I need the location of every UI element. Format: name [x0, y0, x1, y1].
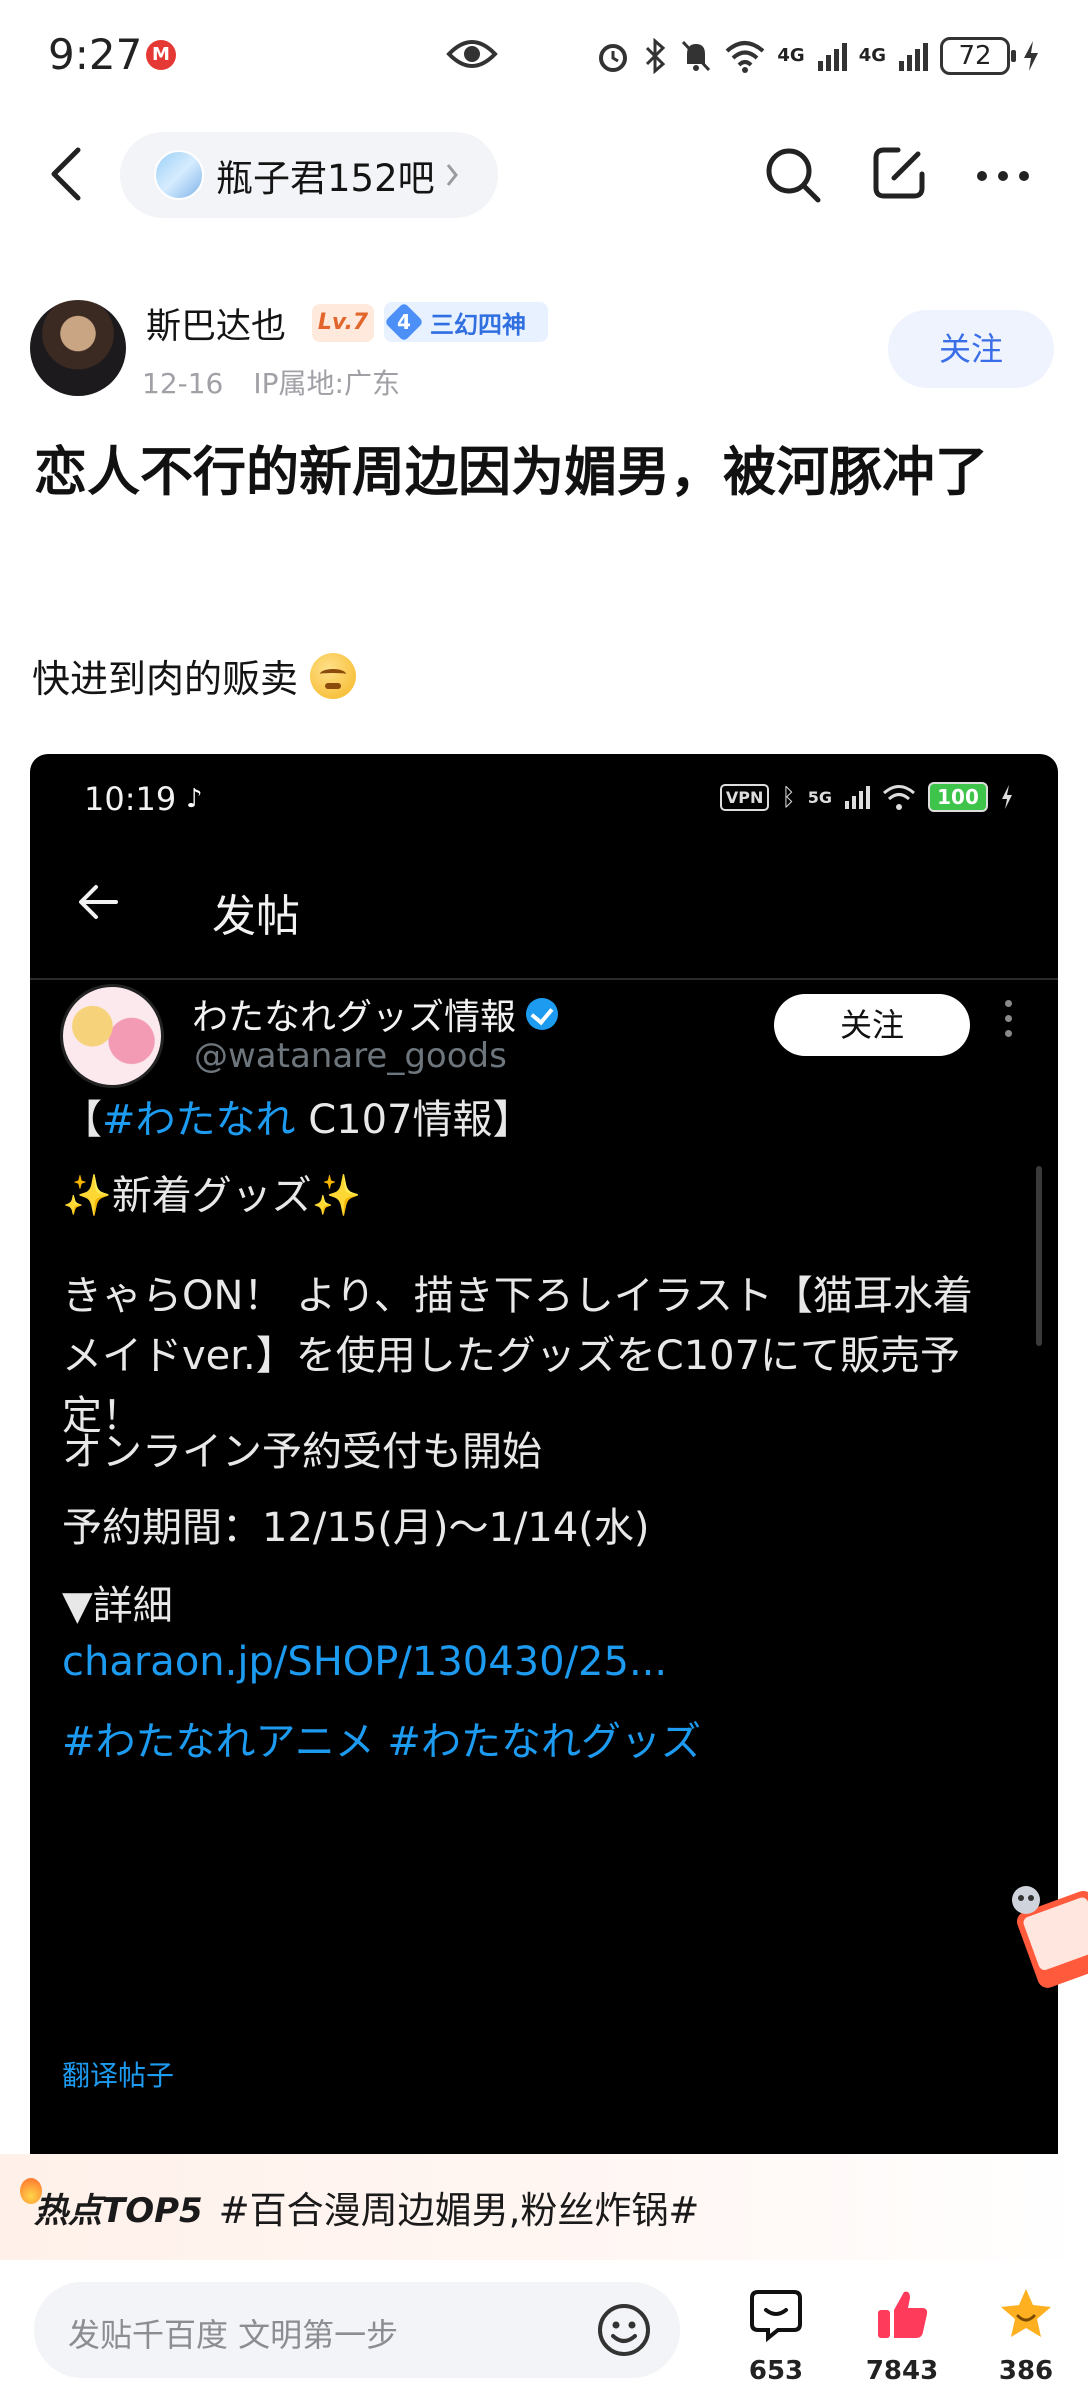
follow-button[interactable]: 关注 — [888, 310, 1054, 388]
diamond-icon: 4 — [384, 302, 424, 342]
bluetooth-icon — [646, 38, 666, 74]
compose-icon[interactable] — [868, 142, 930, 204]
status-time: 9:27 — [48, 30, 143, 79]
comment-count: 653 — [748, 2356, 804, 2386]
post-image[interactable]: 10:19 ♪ VPN ᛒ 5G 100 发帖 わたなれグッズ情報 @watan… — [30, 754, 1058, 2154]
post-body: 快进到肉的贩卖 — [32, 648, 357, 703]
sparkle-icon: ✨ — [62, 1173, 112, 1219]
author-name[interactable]: 斯巴达也 — [146, 298, 286, 349]
mute-bell-icon — [682, 40, 711, 72]
bottom-action-bar: 发贴千百度 文明第一步 653 7843 386 — [0, 2260, 1088, 2400]
embed-hashtag-link: #わたなれ — [102, 1097, 296, 1143]
flame-icon — [20, 2178, 42, 2204]
embed-scrollbar — [1036, 1166, 1042, 1346]
post-title: 恋人不行的新周边因为媚男，被河豚冲了 — [34, 442, 988, 503]
reply-input[interactable]: 发贴千百度 文明第一步 — [34, 2282, 680, 2378]
embed-account-name-text: わたなれグッズ情報 — [192, 997, 517, 1038]
embed-paragraph-1: きゃらON！ より、描き下ろしイラスト【猫耳水着 メイドver.】を使用したグッ… — [62, 1273, 973, 1439]
hot-topic-bar[interactable]: 热点TOP5 #百合漫周边媚男,粉丝炸锅# — [0, 2154, 1088, 2260]
battery-indicator: 72 — [940, 37, 1016, 75]
eye-icon — [446, 40, 498, 68]
embed-line-1: 【#わたなれ C107情報】 — [62, 1097, 533, 1143]
top-nav-bar: 瓶子君152吧 — [0, 120, 1088, 230]
signal-icon-2 — [899, 43, 928, 71]
like-count: 7843 — [865, 2356, 939, 2386]
embed-details-label: ▼詳細 — [62, 1583, 173, 1629]
embed-shop-link: charaon.jp/SHOP/130430/25... — [62, 1639, 668, 1685]
ip-location: IP属地:广东 — [253, 367, 400, 400]
embed-divider — [30, 978, 1058, 980]
embed-hashtags: #わたなれアニメ #わたなれグッズ — [62, 1719, 701, 1765]
sparkle-icon: ✨ — [311, 1173, 362, 1219]
emoji-icon[interactable] — [596, 2302, 652, 2358]
embed-charging-icon — [1002, 785, 1012, 809]
embed-account-handle: @watanare_goods — [194, 1036, 507, 1076]
tiktok-icon: ♪ — [186, 784, 203, 814]
embed-back-arrow-icon — [79, 885, 118, 919]
app-notification-icon: M — [146, 40, 176, 70]
embed-header-title: 发帖 — [212, 891, 300, 942]
embed-status-time: 10:19 — [84, 780, 177, 818]
comment-button[interactable]: 653 — [726, 2286, 826, 2396]
author-avatar[interactable] — [30, 300, 126, 396]
hot-label: 热点TOP5 — [34, 2190, 203, 2231]
title-badge: 4 三幻四神 — [384, 302, 548, 342]
hot-topic-text: #百合漫周边媚男,粉丝炸锅# — [218, 2189, 700, 2232]
alarm-icon — [599, 44, 628, 72]
forum-name: 瓶子君152吧 — [216, 157, 435, 200]
embed-paragraph-3: 予約期間：12/15(月)〜1/14(水) — [62, 1505, 650, 1551]
network-label-1: 4G — [777, 45, 805, 66]
embed-network-label: 5G — [807, 787, 832, 807]
chevron-right-icon — [446, 164, 458, 186]
embed-line-2: ✨新着グッズ✨ — [62, 1173, 362, 1219]
embed-more-icon — [1002, 1000, 1014, 1048]
favorite-button[interactable]: 386 — [976, 2286, 1076, 2396]
status-icons: 4G 4G 72 — [595, 34, 1040, 78]
post-meta: 12-16 IP属地:广东 — [142, 362, 400, 402]
reply-placeholder: 发贴千百度 文明第一步 — [68, 2316, 399, 2354]
like-button[interactable]: 7843 — [852, 2286, 952, 2396]
more-icon[interactable] — [972, 146, 1034, 206]
back-arrow-icon[interactable] — [40, 144, 96, 204]
embed-account-name: わたなれグッズ情報 — [192, 988, 559, 1040]
embed-vpn-badge: VPN — [719, 783, 770, 811]
search-icon[interactable] — [762, 144, 824, 206]
verified-badge-icon — [526, 998, 559, 1030]
forum-link[interactable]: 瓶子君152吧 — [120, 132, 498, 218]
embed-translate-link: 翻译帖子 — [62, 2059, 175, 2092]
embed-status-icons: VPN ᛒ 5G 100 — [719, 782, 1014, 812]
embed-wifi-icon — [883, 785, 915, 810]
embed-paragraph-2: オンライン予約受付も開始 — [62, 1429, 542, 1475]
post-body-text: 快进到肉的贩卖 — [32, 657, 299, 701]
forum-avatar — [154, 150, 204, 200]
signal-icon-1 — [817, 43, 847, 71]
status-bar: 9:27 M 4G 4G 72 — [0, 0, 1088, 112]
wifi-icon — [726, 41, 765, 73]
title-text: 三幻四神 — [430, 310, 526, 339]
angry-emoji-icon — [310, 652, 357, 699]
embed-battery: 100 — [928, 782, 988, 812]
star-icon — [1001, 2289, 1051, 2337]
thumbs-up-icon — [878, 2291, 928, 2338]
comment-icon — [750, 2290, 802, 2342]
embed-follow-button: 关注 — [774, 994, 970, 1056]
level-badge: Lv.7 — [312, 304, 374, 342]
post-date: 12-16 — [142, 367, 224, 400]
embed-signal-icon — [845, 786, 870, 809]
embed-bluetooth-icon: ᛒ — [781, 783, 796, 811]
network-label-2: 4G — [858, 45, 886, 66]
floating-promo-icon[interactable] — [1002, 1870, 1088, 1990]
charging-icon — [1024, 41, 1038, 71]
title-level: 4 — [397, 310, 411, 334]
favorite-count: 386 — [998, 2356, 1054, 2386]
embed-account-avatar — [60, 984, 164, 1088]
